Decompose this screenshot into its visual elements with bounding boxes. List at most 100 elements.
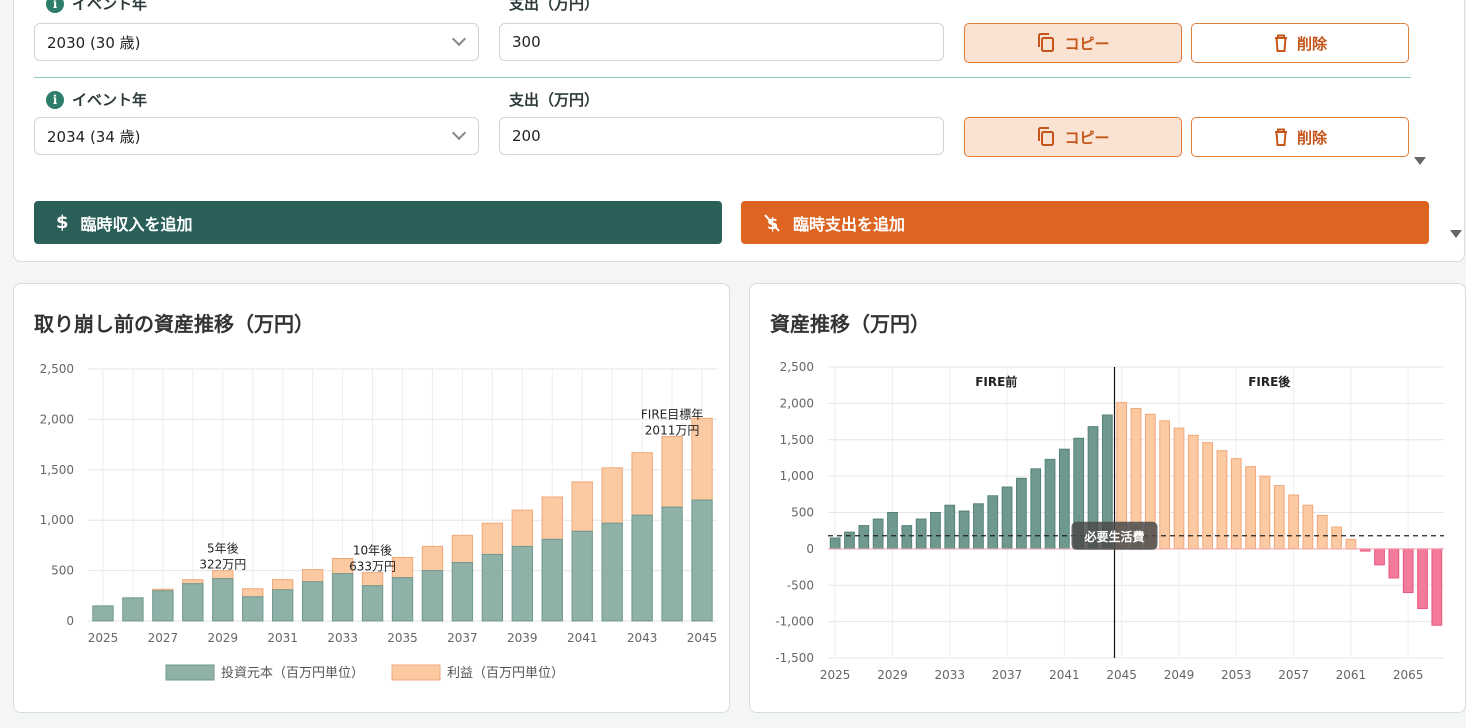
annotation-label: 5年後 bbox=[207, 542, 239, 556]
x-tick-label: 2061 bbox=[1336, 668, 1367, 682]
y-tick-label: 0 bbox=[806, 542, 814, 556]
bar-asset bbox=[987, 495, 999, 550]
expense-label: 支出（万円） bbox=[509, 0, 600, 13]
pre-withdrawal-chart-card: 取り崩し前の資産推移（万円） 0 500 1,000 1,500 2,000 2,500 2… bbox=[13, 283, 730, 713]
bar-profit bbox=[361, 572, 384, 587]
annotation-label: 2011万円 bbox=[645, 424, 700, 438]
bar-asset bbox=[1417, 548, 1428, 610]
info-icon[interactable]: i bbox=[46, 0, 64, 13]
bar-profit bbox=[481, 522, 504, 555]
y-tick-label: -500 bbox=[787, 578, 814, 592]
bar-principal bbox=[212, 578, 234, 622]
bar-principal bbox=[182, 583, 204, 622]
bar-asset bbox=[1302, 504, 1314, 550]
x-tick-label: 2027 bbox=[148, 631, 179, 645]
bar-asset bbox=[1431, 548, 1443, 626]
add-income-button[interactable]: $ 臨時収入を追加 bbox=[34, 201, 722, 244]
chevron-down-icon bbox=[451, 31, 467, 47]
bar-principal bbox=[691, 499, 713, 622]
add-expense-button[interactable]: $ 臨時支出を追加 bbox=[741, 201, 1429, 244]
bar-principal bbox=[661, 506, 683, 622]
living-cost-label: 必要生活費 bbox=[1084, 529, 1145, 544]
info-icon[interactable]: i bbox=[46, 90, 64, 109]
legend-swatch-profit bbox=[391, 664, 441, 681]
y-tick-label: 2,500 bbox=[40, 362, 74, 376]
region-label-before: FIRE前 bbox=[975, 374, 1017, 389]
bar-asset bbox=[944, 504, 956, 550]
bar-principal bbox=[631, 514, 653, 622]
x-tick-label: 2045 bbox=[1106, 668, 1137, 682]
bar-asset bbox=[1159, 420, 1171, 550]
bar-asset bbox=[1030, 468, 1042, 550]
y-tick-label: 0 bbox=[66, 614, 74, 628]
scroll-down-arrow[interactable] bbox=[1414, 157, 1426, 165]
copy-icon bbox=[1038, 127, 1055, 146]
expense-input[interactable]: 200 bbox=[499, 117, 944, 155]
legend-label-principal: 投資元本（百万円単位） bbox=[221, 665, 364, 681]
y-tick-label: 2,000 bbox=[40, 412, 74, 426]
bar-asset bbox=[887, 512, 898, 550]
dollar-off-icon: $ bbox=[764, 214, 780, 233]
x-tick-label: 2035 bbox=[387, 631, 418, 645]
x-tick-label: 2041 bbox=[567, 631, 598, 645]
bar-asset bbox=[829, 537, 841, 550]
annotation-label: 10年後 bbox=[353, 544, 392, 558]
bar-principal bbox=[601, 522, 623, 622]
delete-button[interactable]: 削除 bbox=[1191, 23, 1409, 63]
copy-button[interactable]: コピー bbox=[964, 117, 1182, 157]
x-tick-label: 2031 bbox=[267, 631, 298, 645]
event-row: i イベント年 2030 (30 歳) 支出（万円） 300 コピー 削除 bbox=[34, 0, 1429, 81]
delete-button[interactable]: 削除 bbox=[1191, 117, 1409, 157]
annotation-label: FIRE目標年 bbox=[641, 408, 703, 422]
bar-profit bbox=[571, 481, 593, 532]
expense-input[interactable]: 300 bbox=[499, 23, 944, 61]
x-tick-label: 2049 bbox=[1164, 668, 1195, 682]
y-tick-label: 1,500 bbox=[40, 463, 74, 477]
legend-swatch-principal bbox=[165, 664, 215, 681]
x-tick-label: 2037 bbox=[992, 668, 1023, 682]
bar-principal bbox=[481, 553, 504, 622]
region-label-after: FIRE後 bbox=[1248, 374, 1291, 389]
bar-asset bbox=[915, 518, 927, 550]
bar-principal bbox=[301, 581, 324, 622]
bar-profit bbox=[182, 579, 204, 585]
asset-trend-chart: -1,500 -1,000 -500 0 500 1,000 1,500 2,000 2,500… bbox=[775, 360, 1444, 682]
bar-asset bbox=[1173, 427, 1185, 550]
bar-principal bbox=[272, 589, 294, 622]
bar-principal bbox=[511, 545, 533, 622]
y-tick-label: 2,000 bbox=[780, 396, 814, 410]
bar-asset bbox=[1273, 485, 1285, 550]
event-year-select[interactable]: 2034 (34 歳) bbox=[34, 117, 479, 155]
bar-asset bbox=[1187, 434, 1199, 550]
bar-asset bbox=[1345, 538, 1357, 550]
bar-profit bbox=[451, 534, 474, 564]
bar-asset bbox=[872, 518, 884, 550]
bar-asset bbox=[930, 512, 941, 550]
y-tick-label: 1,000 bbox=[780, 469, 814, 483]
event-year-label: i イベント年 bbox=[46, 89, 147, 110]
scroll-arrow[interactable] bbox=[1450, 230, 1462, 238]
bar-asset bbox=[1316, 514, 1328, 550]
x-tick-label: 2029 bbox=[877, 668, 908, 682]
asset-trend-chart-card: 資産推移（万円） -1,500 -1,000 -500 0 500 1,000 1,500 2… bbox=[749, 283, 1466, 713]
bar-asset bbox=[1245, 466, 1256, 550]
bar-asset bbox=[1388, 548, 1400, 579]
copy-button[interactable]: コピー bbox=[964, 23, 1182, 63]
y-tick-label: 500 bbox=[51, 564, 74, 578]
bar-asset bbox=[1216, 450, 1228, 550]
x-tick-label: 2029 bbox=[208, 631, 239, 645]
x-tick-label: 2039 bbox=[507, 631, 538, 645]
x-tick-label: 2025 bbox=[88, 631, 119, 645]
bar-principal bbox=[571, 530, 593, 622]
bar-asset bbox=[1331, 526, 1342, 550]
event-list-card: i イベント年 2030 (30 歳) 支出（万円） 300 コピー 削除 i … bbox=[13, 0, 1465, 262]
copy-icon bbox=[1038, 33, 1055, 52]
bar-profit bbox=[541, 496, 563, 540]
y-tick-label: 500 bbox=[791, 506, 814, 520]
event-year-select[interactable]: 2030 (30 歳) bbox=[34, 23, 479, 61]
annotation-label: 633万円 bbox=[349, 560, 396, 574]
bar-principal bbox=[242, 596, 264, 622]
bar-asset bbox=[958, 510, 970, 550]
bar-asset bbox=[1374, 548, 1385, 566]
trash-icon bbox=[1274, 34, 1287, 52]
